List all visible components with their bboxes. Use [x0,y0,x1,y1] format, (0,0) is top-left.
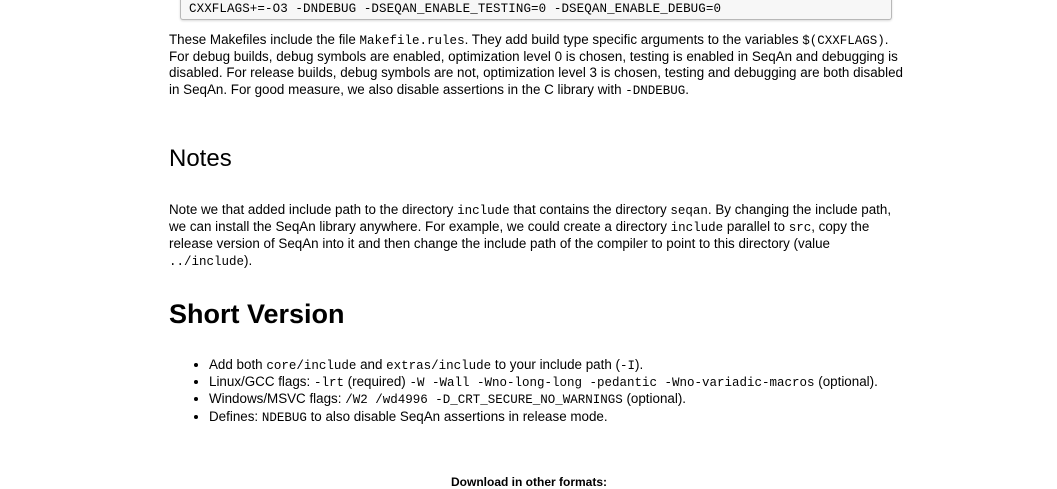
inline-code: -I [619,359,635,373]
text: Note we that added include path to the d… [169,202,458,217]
list-item: Windows/MSVC flags: /W2 /wd4996 -D_CRT_S… [209,391,929,408]
intro-paragraph: These Makefiles include the file Makefil… [169,32,909,99]
text: These Makefiles include the file [169,32,360,47]
text: ). [634,357,644,372]
text: Windows/MSVC flags: [209,391,346,407]
inline-code: src [788,221,812,236]
inline-code: NDEBUG [261,410,307,425]
inline-code: core/include [266,359,357,373]
inline-code: -DNDEBUG [625,83,686,98]
inline-code: include [457,204,510,218]
text: (optional). [622,391,686,407]
inline-code: include [670,221,724,236]
text: Linux/GCC flags: [209,374,314,390]
inline-code: seqan [670,204,708,218]
inline-code: /W2 /wd4996 -D_CRT_SECURE_NO_WARNINGS [345,393,623,408]
text: (optional). [814,374,878,390]
code-block: CXXFLAGS+=-O3 -DNDEBUG -DSEQAN_ENABLE_TE… [180,0,892,20]
code-line: CXXFLAGS+=-O3 -DNDEBUG -DSEQAN_ENABLE_TE… [189,2,722,16]
text: ). [244,252,253,268]
notes-heading: Notes [169,145,232,172]
text: to your include path ( [491,357,620,372]
text: to also disable SeqAn assertions in rele… [306,408,608,424]
list-item: Linux/GCC flags: -lrt (required) -W -Wal… [209,374,929,391]
text: . They add build type specific arguments… [464,32,803,47]
notes-paragraph: Note we that added include path to the d… [169,202,909,270]
short-version-heading: Short Version [169,299,345,329]
inline-code: -lrt [313,376,344,391]
inline-code: -W -Wall -Wno-long-long -pedantic -Wno-v… [409,376,815,391]
text: and [356,357,387,372]
text: Defines: [209,408,262,424]
inline-code: ../include [169,254,245,269]
text: parallel to [723,219,789,235]
text: (required) [343,374,410,390]
short-version-list: Add both core/include and extras/include… [190,357,929,426]
inline-code: $(CXXFLAGS) [802,34,885,48]
text: Add both [209,357,267,372]
inline-code: extras/include [386,359,492,373]
list-item: Add both core/include and extras/include… [209,357,929,374]
list-item: Defines: NDEBUG to also disable SeqAn as… [209,409,929,426]
text: that contains the directory [509,202,671,217]
text: . [685,81,689,97]
inline-code: Makefile.rules [359,34,465,48]
